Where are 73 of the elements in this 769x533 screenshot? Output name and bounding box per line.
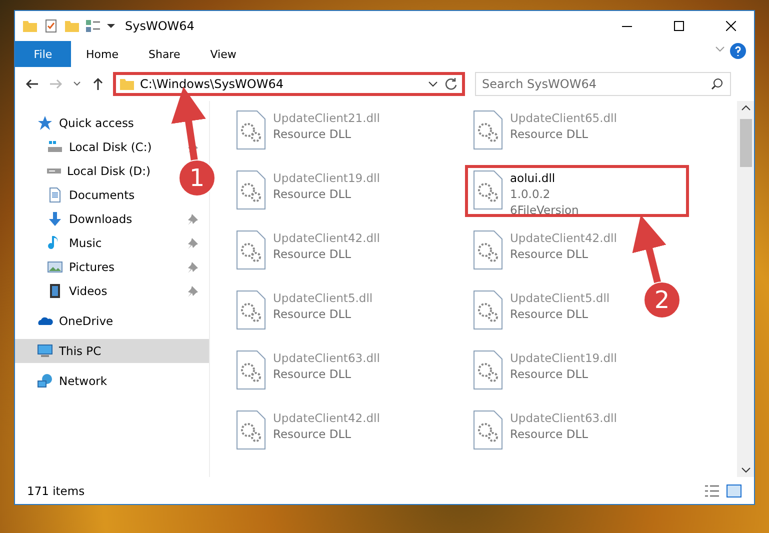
sidebar-item[interactable]: Music bbox=[15, 231, 209, 255]
sidebar-item[interactable]: Videos bbox=[15, 279, 209, 303]
pin-icon bbox=[187, 237, 199, 249]
item-count: 171 items bbox=[27, 484, 86, 498]
file-item[interactable]: UpdateClient21.dll Resource DLL bbox=[228, 105, 387, 157]
gear-file-icon bbox=[472, 110, 504, 150]
sidebar-item[interactable]: Pictures bbox=[15, 255, 209, 279]
folder-icon bbox=[120, 78, 134, 90]
drive-icon bbox=[47, 168, 61, 174]
sidebar-item[interactable]: Local Disk (D:) bbox=[15, 159, 161, 183]
network-icon bbox=[37, 373, 53, 389]
scrollbar[interactable] bbox=[737, 101, 754, 477]
numbered-marker bbox=[178, 160, 216, 196]
gear-file-icon bbox=[472, 170, 504, 210]
tiles-view-icon[interactable] bbox=[726, 484, 742, 498]
gear-file-icon bbox=[235, 170, 267, 210]
file-item[interactable]: UpdateClient65.dll Resource DLL bbox=[465, 105, 624, 157]
scrollbar-thumb[interactable] bbox=[740, 119, 752, 167]
star-icon bbox=[37, 115, 53, 131]
chevron-up-icon[interactable] bbox=[740, 105, 750, 111]
monitor-icon bbox=[37, 343, 53, 359]
file-item[interactable]: UpdateClient63.dll Resource DLL bbox=[228, 345, 387, 397]
picture-icon bbox=[47, 259, 63, 275]
details-view-icon[interactable] bbox=[704, 484, 720, 498]
refresh-icon[interactable] bbox=[444, 77, 458, 91]
properties-icon bbox=[85, 18, 101, 34]
gear-file-icon bbox=[235, 410, 267, 450]
file-item[interactable]: UpdateClient19.dll Resource DLL bbox=[228, 165, 387, 217]
folder-icon bbox=[65, 20, 79, 32]
gear-file-icon bbox=[472, 290, 504, 330]
pin-icon bbox=[187, 213, 199, 225]
sidebar-item[interactable]: OneDrive bbox=[15, 309, 209, 333]
gear-file-icon bbox=[472, 350, 504, 390]
file-item[interactable]: UpdateClient5.dll Resource DLL bbox=[228, 285, 380, 337]
pin-icon bbox=[187, 261, 199, 273]
marker-number: 2 bbox=[654, 286, 670, 314]
gear-file-icon bbox=[235, 110, 267, 150]
file-item[interactable]: UpdateClient42.dll Resource DLL bbox=[465, 225, 624, 277]
file-item[interactable]: aolui.dll 1.0.0.2 6FileVersion bbox=[465, 165, 689, 217]
gear-file-icon bbox=[235, 350, 267, 390]
sidebar-item[interactable]: Documents bbox=[15, 183, 145, 207]
file-item[interactable]: UpdateClient5.dll Resource DLL bbox=[465, 285, 617, 337]
folder-icon bbox=[23, 20, 37, 32]
search-field[interactable]: Search SysWOW64 bbox=[475, 72, 731, 96]
marker-number: 1 bbox=[189, 164, 205, 192]
film-icon bbox=[47, 283, 63, 299]
sidebar-item[interactable]: Quick access bbox=[15, 111, 209, 135]
search-icon bbox=[711, 78, 723, 90]
sidebar-item[interactable]: This PC bbox=[15, 339, 209, 363]
numbered-marker bbox=[644, 282, 680, 318]
chevron-down-icon[interactable] bbox=[740, 467, 750, 473]
file-item[interactable]: UpdateClient42.dll Resource DLL bbox=[228, 225, 387, 277]
dropdown-arrow-icon bbox=[107, 24, 115, 28]
close-icon[interactable] bbox=[726, 21, 736, 31]
window-title: SysWOW64 bbox=[125, 19, 196, 33]
address-field[interactable]: C:\Windows\SysWOW64 bbox=[113, 72, 465, 96]
sidebar-item[interactable]: Downloads bbox=[15, 207, 209, 231]
gear-file-icon bbox=[235, 290, 267, 330]
maximize-icon[interactable] bbox=[674, 21, 684, 31]
gear-file-icon bbox=[472, 410, 504, 450]
document-icon bbox=[47, 187, 63, 203]
file-item[interactable]: UpdateClient63.dll Resource DLL bbox=[465, 405, 624, 457]
gear-file-icon bbox=[472, 230, 504, 270]
file-item[interactable]: UpdateClient19.dll Resource DLL bbox=[465, 345, 624, 397]
checklist-icon bbox=[43, 18, 59, 34]
sidebar-item[interactable]: Network bbox=[15, 369, 209, 393]
ribbon-tab[interactable]: File bbox=[15, 41, 71, 67]
gear-file-icon bbox=[235, 230, 267, 270]
pin-icon bbox=[187, 285, 199, 297]
file-item[interactable]: UpdateClient42.dll Resource DLL bbox=[228, 405, 387, 457]
down-arrow-icon bbox=[47, 211, 63, 227]
drive-icon bbox=[47, 139, 63, 155]
chevron-down-icon[interactable] bbox=[428, 79, 438, 89]
